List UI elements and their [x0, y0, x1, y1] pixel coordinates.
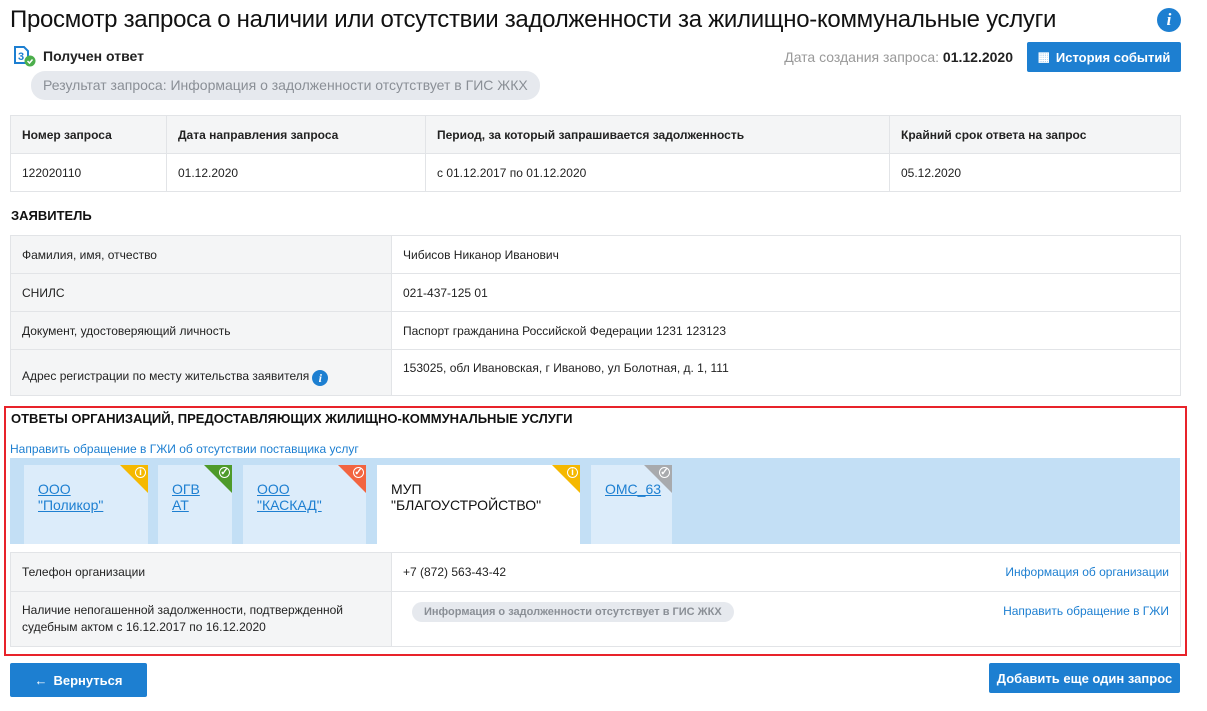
table-row: Адрес регистрации по месту жительства за… [10, 349, 1181, 396]
check-icon: ✓ [353, 467, 364, 478]
gji-appeal-link[interactable]: Направить обращение в ГЖИ [1003, 604, 1169, 618]
svg-text:3: 3 [18, 51, 24, 63]
history-button-label: История событий [1055, 49, 1171, 65]
debt-status-badge: Информация о задолженности отсутствует в… [412, 602, 734, 622]
request-table: Номер запроса Дата направления запроса Пер… [10, 115, 1181, 192]
document-status-icon: 3 [14, 46, 36, 67]
phone-value: +7 (872) 563-43-42 [403, 565, 507, 579]
col-header: Номер запроса [10, 115, 167, 154]
creation-date-value: 01.12.2020 [942, 49, 1013, 65]
calendar-icon: ▦ [1037, 49, 1050, 64]
cell: 05.12.2020 [889, 153, 1181, 192]
tab-blagoustroystvo[interactable]: МУП "БЛАГОУСТРОЙСТВО" i [377, 465, 580, 544]
org-responses-title: ОТВЕТЫ ОРГАНИЗАЦИЙ, ПРЕДОСТАВЛЯЮЩИХ ЖИЛИ… [11, 411, 573, 426]
col-header: Дата направления запроса [166, 115, 426, 154]
page-title: Просмотр запроса о наличии или отсутстви… [10, 6, 1057, 33]
org-info-table: Телефон организации +7 (872) 563-43-42 Инф… [10, 552, 1181, 647]
address-label: Адрес регистрации по месту жительства за… [22, 369, 310, 383]
value: Паспорт гражданина Российской Федерации … [391, 311, 1181, 350]
value: Информация о задолженности отсутствует в… [391, 591, 1181, 647]
tab-polikor[interactable]: ООО "Поликор" i [24, 465, 148, 544]
col-header: Крайний срок ответа на запрос [889, 115, 1181, 154]
add-request-button[interactable]: Добавить еще один запрос [989, 663, 1180, 693]
table-row: Телефон организации +7 (872) 563-43-42 Инф… [10, 552, 1181, 592]
info-icon[interactable]: i [312, 370, 329, 386]
label: Документ, удостоверяющий личность [10, 311, 392, 350]
table-row: Наличие непогашенной задолженности, подт… [10, 591, 1181, 647]
label: Телефон организации [10, 552, 392, 592]
creation-date: Дата создания запроса: 01.12.2020 [784, 49, 1013, 65]
back-button-label: Вернуться [53, 672, 123, 688]
cell: 01.12.2020 [166, 153, 426, 192]
label: Адрес регистрации по месту жительства за… [10, 349, 392, 396]
org-info-link[interactable]: Информация об организации [1005, 565, 1169, 579]
label: СНИЛС [10, 273, 392, 312]
org-tabs: ООО "Поликор" i ОГВ АТ ✓ ООО "КАСКАД" ✓ МУП… [10, 458, 1180, 544]
creation-date-label: Дата создания запроса: [784, 49, 940, 65]
arrow-left-icon: ← [34, 672, 48, 688]
result-badge: Результат запроса: Информация о задолжен… [31, 71, 540, 100]
table-row: 122020110 01.12.2020 с 01.12.2017 по 01.12… [10, 153, 1181, 192]
tab-ogv-at[interactable]: ОГВ АТ ✓ [158, 465, 232, 544]
col-header: Период, за который запрашивается задолже… [425, 115, 890, 154]
info-icon: i [135, 467, 146, 478]
tab-label[interactable]: ОГВ АТ [172, 481, 200, 513]
back-button[interactable]: ← Вернуться [10, 663, 147, 697]
tab-label[interactable]: ООО "КАСКАД" [257, 481, 322, 513]
tab-kaskad[interactable]: ООО "КАСКАД" ✓ [243, 465, 366, 544]
value: Чибисов Никанор Иванович [391, 235, 1181, 274]
label: Фамилия, имя, отчество [10, 235, 392, 274]
table-row: Документ, удостоверяющий личность Паспорт… [10, 311, 1181, 350]
applicant-title: ЗАЯВИТЕЛЬ [11, 208, 92, 223]
check-icon: ✓ [659, 467, 670, 478]
cell: 122020110 [10, 153, 167, 192]
check-icon: ✓ [219, 467, 230, 478]
applicant-table: Фамилия, имя, отчество Чибисов Никанор Ив… [10, 235, 1181, 396]
gji-no-provider-link[interactable]: Направить обращение в ГЖИ об отсутствии … [10, 442, 359, 456]
table-row: СНИЛС 021-437-125 01 [10, 273, 1181, 312]
value: +7 (872) 563-43-42 Информация об организа… [391, 552, 1181, 592]
info-icon[interactable]: i [1157, 8, 1181, 32]
tab-oms-63[interactable]: ОМС_63 ✓ [591, 465, 672, 544]
status-label: Получен ответ [43, 48, 144, 64]
tab-label: МУП "БЛАГОУСТРОЙСТВО" [391, 481, 542, 513]
cell: с 01.12.2017 по 01.12.2020 [425, 153, 890, 192]
label: Наличие непогашенной задолженности, подт… [10, 591, 392, 647]
history-button[interactable]: ▦ История событий [1027, 42, 1181, 72]
tab-label[interactable]: ООО "Поликор" [38, 481, 103, 513]
info-icon: i [567, 467, 578, 478]
value: 153025, обл Ивановская, г Иваново, ул Бо… [391, 349, 1181, 396]
value: 021-437-125 01 [391, 273, 1181, 312]
table-row: Фамилия, имя, отчество Чибисов Никанор Ив… [10, 235, 1181, 274]
